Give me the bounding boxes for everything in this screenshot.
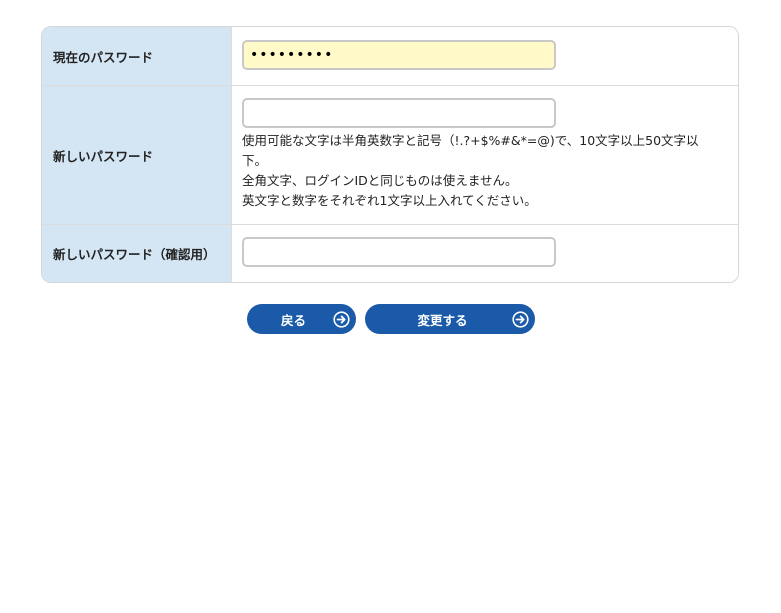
new-password-row: 新しいパスワード 使用可能な文字は半角英数字と記号（!.?+$%#&*=@)で、… [42, 85, 738, 224]
password-change-form: 現在のパスワード 新しいパスワード 使用可能な文字は半角英数字と記号（!.?+$… [41, 26, 739, 283]
password-help-text: 使用可能な文字は半角英数字と記号（!.?+$%#&*=@)で、10文字以上50文… [242, 131, 722, 211]
help-line: 使用可能な文字は半角英数字と記号（!.?+$%#&*=@)で、10文字以上50文… [242, 133, 699, 148]
confirm-password-input[interactable] [242, 237, 556, 267]
arrow-circle-right-icon [512, 311, 529, 328]
arrow-circle-right-icon [333, 311, 350, 328]
help-line: 全角文字、ログインIDと同じものは使えません。 [242, 173, 518, 188]
current-password-label: 現在のパスワード [42, 27, 232, 85]
new-password-cell: 使用可能な文字は半角英数字と記号（!.?+$%#&*=@)で、10文字以上50文… [232, 86, 738, 224]
back-button-label: 戻る [280, 312, 306, 328]
help-line: 下。 [242, 153, 268, 168]
back-button[interactable]: 戻る [247, 304, 356, 334]
confirm-password-label: 新しいパスワード（確認用） [42, 225, 232, 282]
current-password-cell [232, 27, 738, 85]
help-line: 英文字と数字をそれぞれ1文字以上入れてください。 [242, 193, 537, 208]
form-buttons: 戻る 変更する [247, 304, 535, 334]
new-password-label: 新しいパスワード [42, 86, 232, 224]
new-password-input[interactable] [242, 98, 556, 128]
confirm-password-row: 新しいパスワード（確認用） [42, 224, 738, 282]
current-password-input[interactable] [242, 40, 556, 70]
change-button[interactable]: 変更する [365, 304, 535, 334]
current-password-row: 現在のパスワード [42, 27, 738, 85]
change-button-label: 変更する [417, 312, 468, 328]
confirm-password-cell [232, 225, 738, 282]
